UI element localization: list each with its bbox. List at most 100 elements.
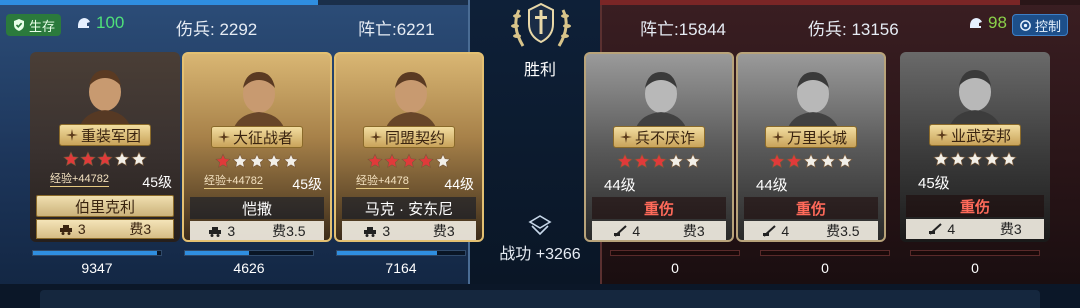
ally-troop-count: 100: [76, 13, 124, 33]
hero-skill-title: 大征战者: [210, 126, 304, 148]
star-icon: [617, 153, 633, 169]
hero-exp: 经验+44782: [204, 175, 264, 189]
gear-icon: [1020, 19, 1031, 31]
survive-label: 生存: [29, 18, 56, 34]
star-icon: [1001, 151, 1017, 167]
enemy-progress-track: [1020, 0, 1080, 5]
hero-card-enemy-3[interactable]: 业武安邦 45级重伤 4 费3: [900, 52, 1050, 242]
hero-portrait-icon: [78, 70, 132, 132]
hero-hp-bar: [32, 250, 162, 256]
enemy-hp-bar: [760, 250, 890, 256]
hero-hp-value: 9347: [81, 260, 113, 276]
enemy-hp-value: 0: [821, 260, 829, 276]
hero-stars: [367, 153, 451, 169]
hero-skill-title: 业武安邦: [928, 124, 1022, 146]
hero-troop-cost: 4 费3: [906, 219, 1044, 239]
enemy-hp-bar: [910, 250, 1040, 256]
hero-stars: [769, 153, 853, 169]
hero-hp-fill: [33, 251, 158, 255]
spark-icon: [369, 131, 382, 143]
star-icon: [984, 151, 1000, 167]
hero-card-enemy-1[interactable]: 兵不厌诈 44级 重伤 4 费3: [584, 52, 734, 242]
hero-troop-cost: 4 费3.5: [744, 221, 878, 240]
star-icon: [283, 153, 299, 169]
enemy-troop-count: 98: [968, 13, 1007, 33]
spark-icon: [935, 129, 948, 141]
control-button[interactable]: 控制: [1012, 14, 1069, 36]
spark-icon: [65, 129, 78, 141]
star-icon: [685, 153, 701, 169]
star-icon: [651, 153, 667, 169]
hero-hp-fill: [185, 251, 249, 255]
shield-check-icon: [14, 19, 24, 31]
hero-stars: [617, 153, 701, 169]
bottom-area: [0, 284, 1080, 308]
star-icon: [114, 151, 130, 167]
hero-injured-status: 重伤: [744, 197, 878, 219]
hero-stars: [215, 153, 299, 169]
spark-icon: [771, 131, 784, 143]
star-icon: [837, 153, 853, 169]
star-icon: [80, 151, 96, 167]
star-icon: [401, 153, 417, 169]
star-icon: [249, 153, 265, 169]
spark-icon: [217, 131, 230, 143]
enemy-wounded: 伤兵: 13156: [808, 20, 899, 39]
star-icon: [418, 153, 434, 169]
hero-injured-status: 重伤: [592, 197, 726, 219]
hero-cost: 费3: [432, 223, 455, 239]
star-icon: [933, 151, 949, 167]
hero-injured-status: 重伤: [906, 195, 1044, 217]
hero-troop-cost: 3 费3: [342, 221, 476, 240]
hero-cost: 费3: [129, 221, 152, 237]
star-icon: [266, 153, 282, 169]
hero-portrait-icon: [634, 72, 688, 134]
star-icon: [63, 151, 79, 167]
hero-card-pericles[interactable]: 重装军团 经验+44782 45级 伯里克利 3 费3: [30, 52, 180, 242]
hero-hp-bar: [184, 250, 314, 256]
hero-stars: [63, 151, 147, 167]
star-icon: [232, 153, 248, 169]
hero-portrait-icon: [786, 72, 840, 134]
hero-card-caesar[interactable]: 大征战者 经验+44782 45级 恺撒 3 费3.5: [182, 52, 332, 242]
control-label: 控制: [1035, 18, 1062, 34]
hero-exp: 经验+44782: [50, 173, 110, 187]
hero-level: 44级: [604, 177, 636, 194]
hero-skill-title: 兵不厌诈: [612, 126, 706, 148]
helmet-icon: [970, 18, 982, 28]
hero-portrait-icon: [384, 72, 438, 134]
hero-cost: 费3.5: [272, 223, 306, 239]
enemy-killed: 阵亡:15844: [640, 20, 726, 39]
hero-name: 伯里克利: [36, 195, 174, 217]
merit-icon: [528, 215, 552, 236]
hero-level: 45级: [918, 175, 950, 192]
troop-type-icon: [614, 225, 628, 237]
hero-hp-value: 7164: [385, 260, 417, 276]
hero-portrait-icon: [232, 72, 286, 134]
merit-gain: 战功 +3266: [499, 246, 581, 263]
hero-hp-bar: [336, 250, 466, 256]
survive-badge: 生存: [6, 14, 62, 36]
star-icon: [634, 153, 650, 169]
hero-troop-cost: 3 费3: [36, 219, 174, 239]
star-icon: [384, 153, 400, 169]
hero-name: 恺撒: [190, 197, 324, 219]
hero-level: 44级: [756, 177, 788, 194]
hero-card-antony[interactable]: 同盟契约 经验+4478 44级 马克 · 安东尼 3 费3: [334, 52, 484, 242]
hero-exp: 经验+4478: [356, 175, 409, 189]
hero-portrait-icon: [948, 70, 1002, 132]
star-icon: [367, 153, 383, 169]
hero-name: 马克 · 安东尼: [342, 197, 476, 219]
hero-stars: [933, 151, 1017, 167]
troop-type-icon: [209, 227, 222, 237]
star-icon: [786, 153, 802, 169]
hero-card-enemy-2[interactable]: 万里长城 44级 重伤 4 费3.5: [736, 52, 886, 242]
spark-icon: [619, 131, 632, 143]
enemy-hp-value: 0: [671, 260, 679, 276]
hero-troop-cost: 3 费3.5: [190, 221, 324, 240]
ally-progress-bar: [0, 0, 318, 5]
hero-level: 44级: [444, 176, 474, 192]
laurel-sword-emblem-icon: [511, 2, 571, 47]
enemy-progress-bar: [600, 0, 1022, 5]
enemy-hp-bar: [610, 250, 740, 256]
